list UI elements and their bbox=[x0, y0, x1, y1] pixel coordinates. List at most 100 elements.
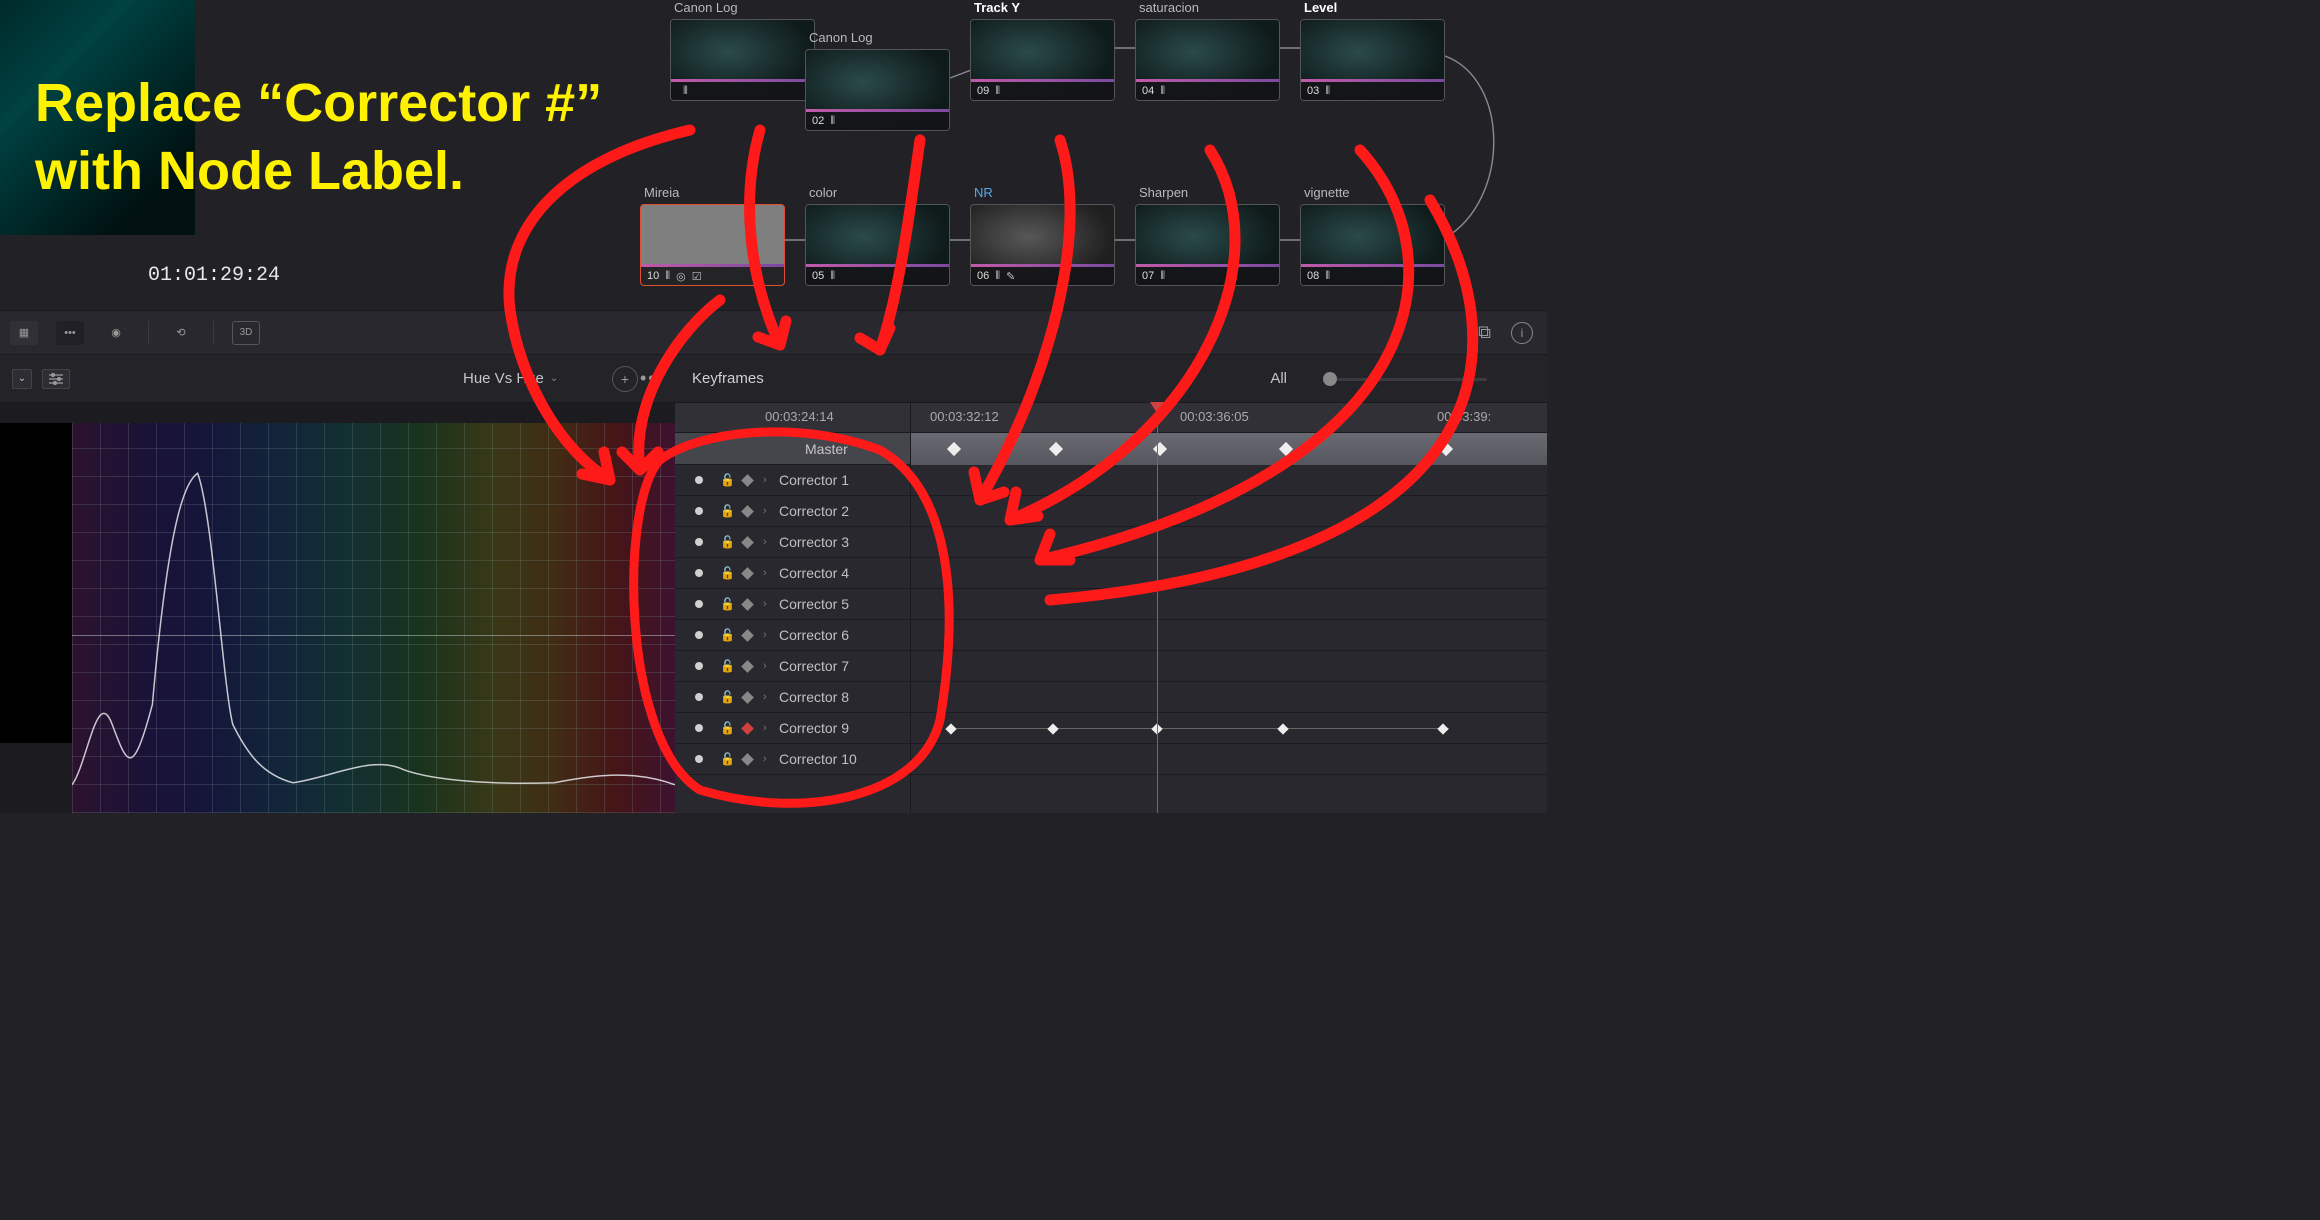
node-canon-log[interactable]: Canon Log⦀ bbox=[670, 0, 815, 101]
keyframes-filter-dropdown[interactable]: All bbox=[1270, 370, 1287, 387]
node-color[interactable]: color05⦀ bbox=[805, 185, 950, 286]
toolbar-dots-icon[interactable]: ••• bbox=[56, 321, 84, 345]
toolbar-3d-button[interactable]: 3D bbox=[232, 321, 260, 345]
expand-caret-icon[interactable]: › bbox=[763, 505, 767, 517]
expand-caret-icon[interactable]: › bbox=[763, 598, 767, 610]
lock-icon[interactable]: 🔓 bbox=[720, 628, 735, 642]
hue-vs-hue-panel[interactable] bbox=[0, 403, 675, 813]
row-enable-dot[interactable] bbox=[695, 476, 703, 484]
node-thumbnail[interactable]: 03⦀ bbox=[1300, 19, 1445, 101]
row-enable-dot[interactable] bbox=[695, 662, 703, 670]
row-enable-dot[interactable] bbox=[695, 538, 703, 546]
node-saturacion[interactable]: saturacion04⦀ bbox=[1135, 0, 1280, 101]
keyframe-diamond-icon[interactable] bbox=[947, 442, 961, 456]
toolbar-grid-icon[interactable]: ▦ bbox=[10, 321, 38, 345]
row-enable-dot[interactable] bbox=[695, 631, 703, 639]
row-enable-dot[interactable] bbox=[695, 755, 703, 763]
row-keyframe-diamond-icon[interactable] bbox=[741, 691, 754, 704]
node-graph[interactable]: Canon Log⦀Canon Log02⦀Track Y09⦀saturaci… bbox=[310, 0, 1547, 310]
lock-icon[interactable]: 🔓 bbox=[720, 535, 735, 549]
node-vignette[interactable]: vignette08⦀ bbox=[1300, 185, 1445, 286]
dropdown-chevron-icon[interactable]: ⌄ bbox=[12, 369, 32, 389]
node-number: 05 bbox=[812, 270, 824, 282]
node-thumbnail[interactable]: 07⦀ bbox=[1135, 204, 1280, 286]
node-thumbnail[interactable]: 05⦀ bbox=[805, 204, 950, 286]
expand-caret-icon[interactable]: › bbox=[763, 722, 767, 734]
keyframe-diamond-icon[interactable] bbox=[1047, 723, 1058, 734]
keyframe-diamond-icon[interactable] bbox=[1439, 442, 1453, 456]
corrector-name: Corrector 9 bbox=[779, 720, 849, 736]
keyframes-filter-label: All bbox=[1270, 370, 1287, 387]
toolbar-info-icon[interactable]: i bbox=[1511, 322, 1533, 344]
row-enable-dot[interactable] bbox=[695, 724, 703, 732]
zoom-slider-track[interactable] bbox=[1337, 378, 1487, 381]
toolbar-stack-icon[interactable]: ⧉ bbox=[1478, 322, 1491, 343]
node-thumbnail[interactable]: 09⦀ bbox=[970, 19, 1115, 101]
expand-caret-icon[interactable]: › bbox=[763, 660, 767, 672]
expand-caret-icon[interactable]: › bbox=[763, 474, 767, 486]
node-accent bbox=[1136, 264, 1279, 267]
add-button[interactable]: + bbox=[612, 366, 638, 392]
row-enable-dot[interactable] bbox=[695, 569, 703, 577]
corrector-name: Corrector 8 bbox=[779, 689, 849, 705]
node-thumbnail[interactable]: 06⦀✎ bbox=[970, 204, 1115, 286]
expand-caret-icon[interactable]: › bbox=[763, 567, 767, 579]
more-icon[interactable]: ••• bbox=[640, 368, 665, 389]
node-thumbnail[interactable]: 10⦀◎☑ bbox=[640, 204, 785, 286]
node-nr[interactable]: NR06⦀✎ bbox=[970, 185, 1115, 286]
playhead[interactable] bbox=[1157, 403, 1158, 813]
zoom-slider-handle[interactable] bbox=[1323, 372, 1337, 386]
row-keyframe-diamond-icon[interactable] bbox=[741, 567, 754, 580]
keyframe-diamond-icon[interactable] bbox=[1279, 442, 1293, 456]
node-accent bbox=[971, 264, 1114, 267]
toolbar-refresh-icon[interactable]: ⟲ bbox=[167, 321, 195, 345]
node-accent bbox=[671, 79, 814, 82]
lock-icon[interactable]: 🔓 bbox=[720, 566, 735, 580]
row-keyframe-diamond-icon[interactable] bbox=[741, 660, 754, 673]
corrector-name: Corrector 1 bbox=[779, 472, 849, 488]
keyframe-diamond-icon[interactable] bbox=[945, 723, 956, 734]
keyframe-diamond-icon[interactable] bbox=[1277, 723, 1288, 734]
lock-icon[interactable]: 🔓 bbox=[720, 597, 735, 611]
lock-icon[interactable]: 🔓 bbox=[720, 659, 735, 673]
row-enable-dot[interactable] bbox=[695, 693, 703, 701]
keyframe-diamond-icon[interactable] bbox=[1437, 723, 1448, 734]
keyframes-track-area[interactable] bbox=[910, 403, 1547, 813]
corrector-name: Corrector 6 bbox=[779, 627, 849, 643]
node-sharpen[interactable]: Sharpen07⦀ bbox=[1135, 185, 1280, 286]
node-thumbnail[interactable]: 08⦀ bbox=[1300, 204, 1445, 286]
node-thumbnail[interactable]: 04⦀ bbox=[1135, 19, 1280, 101]
row-keyframe-diamond-icon[interactable] bbox=[741, 505, 754, 518]
node-track-y[interactable]: Track Y09⦀ bbox=[970, 0, 1115, 101]
row-keyframe-diamond-icon[interactable] bbox=[741, 598, 754, 611]
row-keyframe-diamond-icon[interactable] bbox=[741, 722, 754, 735]
node-canon-log[interactable]: Canon Log02⦀ bbox=[805, 30, 950, 131]
lock-icon[interactable]: 🔓 bbox=[720, 721, 735, 735]
lock-icon[interactable]: 🔓 bbox=[720, 690, 735, 704]
expand-caret-icon[interactable]: › bbox=[763, 629, 767, 641]
node-footer: 09⦀ bbox=[971, 82, 1114, 100]
row-enable-dot[interactable] bbox=[695, 600, 703, 608]
node-thumbnail[interactable]: 02⦀ bbox=[805, 49, 950, 131]
lock-icon[interactable]: 🔓 bbox=[720, 473, 735, 487]
row-keyframe-diamond-icon[interactable] bbox=[741, 474, 754, 487]
expand-caret-icon[interactable]: › bbox=[763, 536, 767, 548]
row-keyframe-diamond-icon[interactable] bbox=[741, 536, 754, 549]
toolbar-user-icon[interactable]: ◉ bbox=[102, 321, 130, 345]
sliders-icon[interactable] bbox=[42, 369, 70, 389]
row-enable-dot[interactable] bbox=[695, 507, 703, 515]
keyframe-diamond-icon[interactable] bbox=[1153, 442, 1167, 456]
expand-caret-icon[interactable]: › bbox=[763, 691, 767, 703]
node-thumbnail[interactable]: ⦀ bbox=[670, 19, 815, 101]
curves-mode-dropdown[interactable]: Hue Vs Hue ⌄ bbox=[463, 370, 558, 387]
row-keyframe-diamond-icon[interactable] bbox=[741, 753, 754, 766]
expand-caret-icon[interactable]: › bbox=[763, 753, 767, 765]
node-mireia[interactable]: Mireia10⦀◎☑ bbox=[640, 185, 785, 286]
row-keyframe-diamond-icon[interactable] bbox=[741, 629, 754, 642]
node-level[interactable]: Level03⦀ bbox=[1300, 0, 1445, 101]
keyframe-diamond-icon[interactable] bbox=[1049, 442, 1063, 456]
lock-icon[interactable]: 🔓 bbox=[720, 504, 735, 518]
lock-icon[interactable]: 🔓 bbox=[720, 752, 735, 766]
corrector-name: Corrector 4 bbox=[779, 565, 849, 581]
node-bars-icon: ⦀ bbox=[995, 85, 1000, 98]
